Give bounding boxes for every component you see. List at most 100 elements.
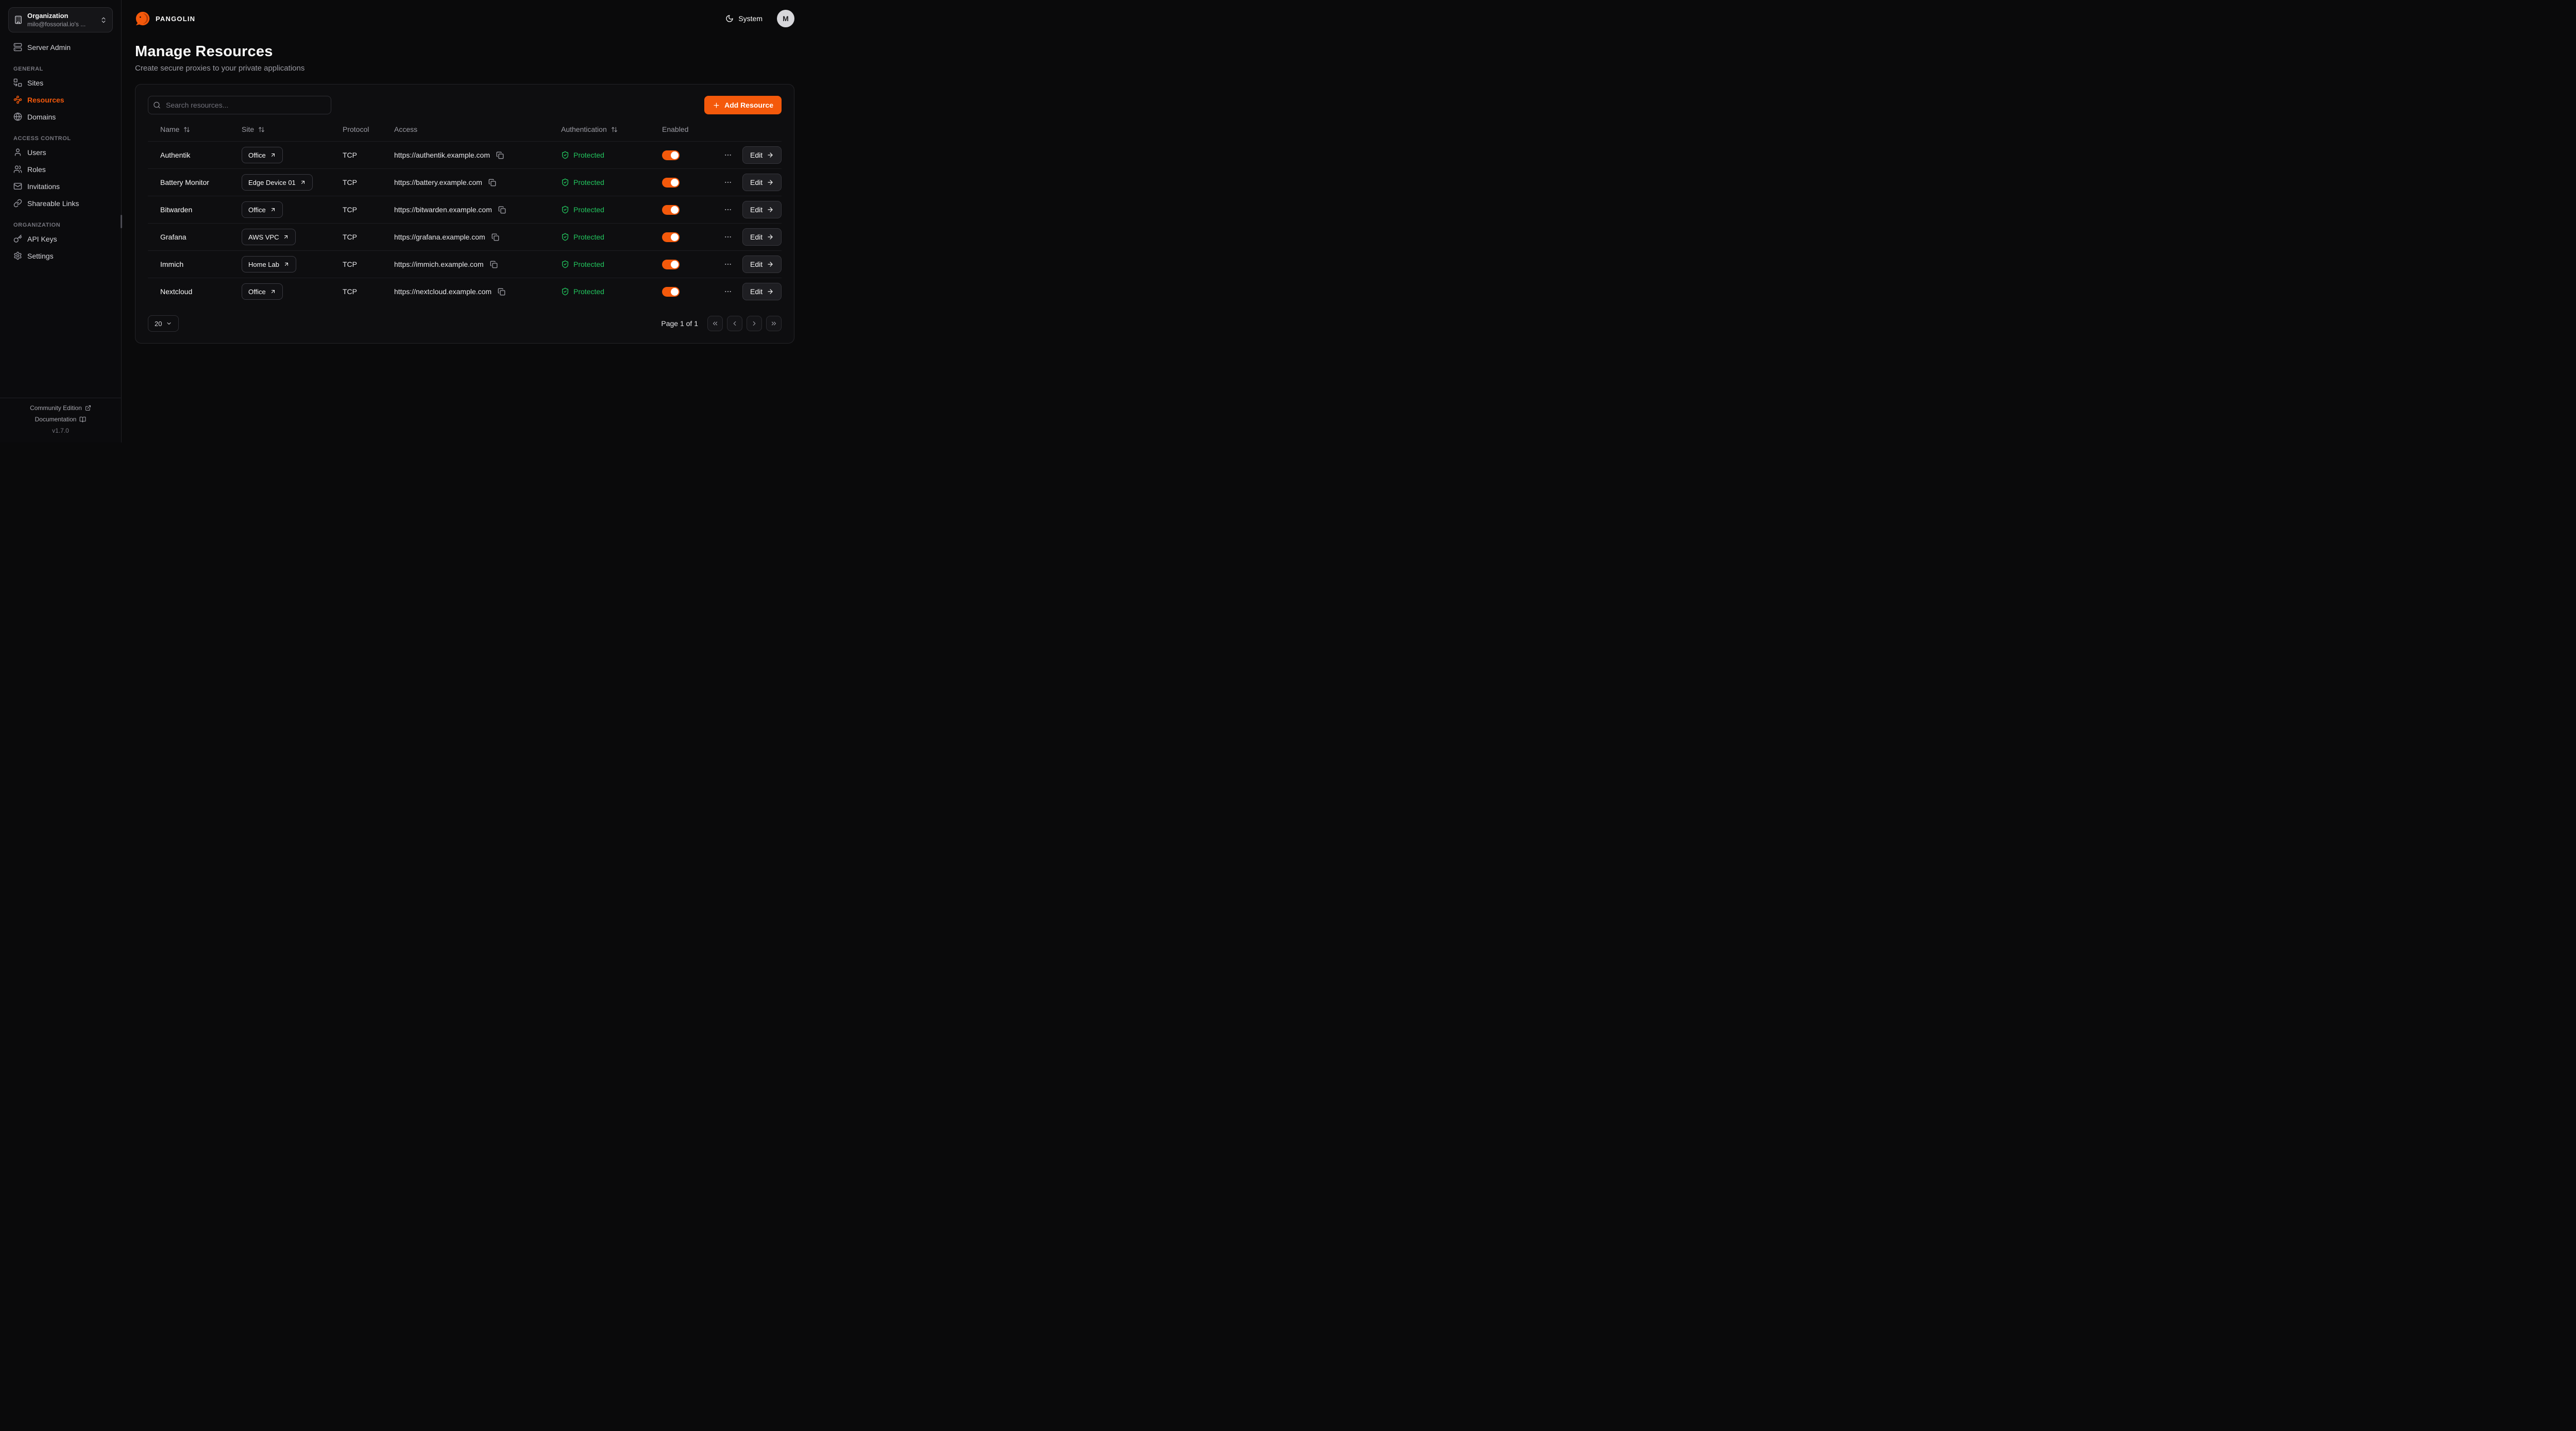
page-size-select[interactable]: 20 <box>148 315 179 332</box>
enabled-toggle[interactable] <box>662 150 680 160</box>
resources-card: Add Resource Name Site Protocol Access <box>135 84 794 344</box>
org-selector[interactable]: Organization milo@fossorial.io's ... <box>8 7 113 32</box>
section-label-access-control: ACCESS CONTROL <box>0 125 121 144</box>
page-head: Manage Resources Create secure proxies t… <box>122 37 808 73</box>
site-link[interactable]: Office <box>242 147 283 163</box>
sidebar-item-settings[interactable]: Settings <box>0 247 121 264</box>
add-resource-button[interactable]: Add Resource <box>704 96 782 114</box>
sidebar-item-sites[interactable]: Sites <box>0 74 121 91</box>
row-menu-button[interactable] <box>722 258 734 270</box>
arrow-right-icon <box>767 151 774 159</box>
sidebar-item-domains[interactable]: Domains <box>0 108 121 125</box>
edit-button[interactable]: Edit <box>742 228 782 246</box>
sidebar-item-users[interactable]: Users <box>0 144 121 161</box>
sidebar-item-api-keys[interactable]: API Keys <box>0 230 121 247</box>
enabled-toggle[interactable] <box>662 260 680 269</box>
table-row: Nextcloud Office TCP https://nextcloud.e… <box>148 278 782 305</box>
arrow-up-right-icon <box>283 261 290 267</box>
access-cell: https://battery.example.com <box>394 178 561 188</box>
sidebar-item-label: Sites <box>27 79 43 87</box>
site-link[interactable]: AWS VPC <box>242 229 296 245</box>
users-icon <box>13 165 22 174</box>
copy-button[interactable] <box>495 150 505 160</box>
column-label: Site <box>242 125 254 133</box>
community-edition-link[interactable]: Community Edition <box>30 404 91 412</box>
row-actions: Edit <box>722 174 783 191</box>
sidebar-item-resources[interactable]: Resources <box>0 91 121 108</box>
row-menu-button[interactable] <box>722 285 734 298</box>
arrow-up-right-icon <box>300 179 306 185</box>
column-header-name[interactable]: Name <box>160 125 242 133</box>
shield-check-icon <box>561 178 569 186</box>
brand[interactable]: PANGOLIN <box>135 11 195 26</box>
site-link[interactable]: Office <box>242 201 283 218</box>
version-label: v1.7.0 <box>52 427 69 434</box>
edit-button[interactable]: Edit <box>742 201 782 218</box>
row-menu-button[interactable] <box>722 176 734 189</box>
enabled-toggle[interactable] <box>662 205 680 215</box>
sidebar-item-shareable-links[interactable]: Shareable Links <box>0 195 121 212</box>
previous-page-button[interactable] <box>727 316 742 331</box>
copy-button[interactable] <box>489 260 499 269</box>
arrow-up-right-icon <box>270 207 276 213</box>
avatar[interactable]: M <box>777 10 794 27</box>
building-icon <box>14 15 23 24</box>
auth-cell: Protected <box>561 287 662 296</box>
enabled-toggle[interactable] <box>662 178 680 188</box>
sidebar-item-invitations[interactable]: Invitations <box>0 178 121 195</box>
theme-label: System <box>738 14 762 23</box>
sidebar: Organization milo@fossorial.io's ... Ser… <box>0 0 122 442</box>
copy-button[interactable] <box>497 287 506 297</box>
sidebar-item-roles[interactable]: Roles <box>0 161 121 178</box>
row-menu-button[interactable] <box>722 203 734 216</box>
access-url: https://immich.example.com <box>394 260 484 268</box>
toggle-knob <box>671 206 679 214</box>
enabled-toggle[interactable] <box>662 232 680 242</box>
site-link[interactable]: Office <box>242 283 283 300</box>
row-menu-button[interactable] <box>722 149 734 161</box>
user-icon <box>13 148 22 157</box>
book-icon <box>79 416 86 423</box>
org-title: Organization <box>27 12 95 20</box>
shield-check-icon <box>561 287 569 296</box>
documentation-link[interactable]: Documentation <box>35 416 87 423</box>
last-page-button[interactable] <box>766 316 782 331</box>
site-name: Edge Device 01 <box>248 179 296 186</box>
shield-check-icon <box>561 260 569 268</box>
sidebar-resize-handle[interactable] <box>121 215 122 228</box>
sidebar-item-label: Settings <box>27 252 54 260</box>
first-page-button[interactable] <box>707 316 723 331</box>
edit-button[interactable]: Edit <box>742 255 782 273</box>
chevrons-right-icon <box>770 320 777 327</box>
row-menu-button[interactable] <box>722 231 734 243</box>
column-header-site[interactable]: Site <box>242 125 343 133</box>
theme-toggle-button[interactable]: System <box>722 14 766 23</box>
column-label: Access <box>394 125 417 133</box>
sidebar-item-server-admin[interactable]: Server Admin <box>0 39 121 56</box>
auth-status: Protected <box>573 260 604 268</box>
enabled-toggle[interactable] <box>662 287 680 297</box>
edit-button[interactable]: Edit <box>742 283 782 300</box>
sort-icon <box>183 126 190 133</box>
edit-button[interactable]: Edit <box>742 146 782 164</box>
key-icon <box>13 234 22 243</box>
search-input[interactable] <box>148 96 331 114</box>
next-page-button[interactable] <box>747 316 762 331</box>
shield-check-icon <box>561 206 569 214</box>
shield-check-icon <box>561 233 569 241</box>
top-bar: PANGOLIN System M <box>122 0 808 37</box>
site-link[interactable]: Edge Device 01 <box>242 174 313 191</box>
copy-button[interactable] <box>487 178 497 188</box>
auth-status: Protected <box>573 178 604 186</box>
resource-name: Grafana <box>160 233 242 241</box>
copy-icon <box>496 151 504 159</box>
edit-button[interactable]: Edit <box>742 174 782 191</box>
copy-icon <box>498 288 505 296</box>
access-cell: https://grafana.example.com <box>394 232 561 242</box>
sidebar-item-label: Shareable Links <box>27 199 79 208</box>
column-header-authentication[interactable]: Authentication <box>561 125 662 133</box>
copy-button[interactable] <box>497 205 507 215</box>
copy-button[interactable] <box>490 232 500 242</box>
site-link[interactable]: Home Lab <box>242 256 296 272</box>
copy-icon <box>492 233 499 241</box>
